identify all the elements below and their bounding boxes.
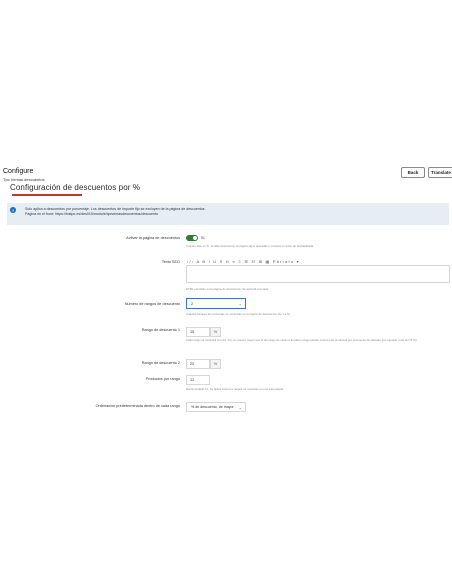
- chevron-down-icon: ⌄: [238, 301, 242, 306]
- num-ranges-label: Número de rangos de descuento: [124, 302, 180, 306]
- chevron-down-icon: ⌄: [238, 404, 242, 410]
- range2-label: Rango de descuento 2: [141, 361, 180, 365]
- seo-text-help: HTML permitido en la página de descuento…: [186, 287, 269, 291]
- activate-toggle[interactable]: [186, 235, 198, 241]
- info-text-line1: Solo aplica a descuentos por porcentaje.…: [25, 207, 206, 211]
- range1-help: Cada rango se mostrará con %s. Por un nú…: [186, 338, 418, 342]
- toggle-knob: [193, 236, 197, 240]
- translate-button[interactable]: Translate: [428, 167, 452, 178]
- range2-input[interactable]: 20: [186, 359, 210, 369]
- seo-text-label: Texto SEO: [161, 260, 180, 264]
- num-ranges-value: 2: [191, 301, 194, 306]
- num-ranges-select[interactable]: 2 ⌄: [186, 298, 246, 309]
- back-button[interactable]: Back: [401, 167, 425, 178]
- editor-toolbar[interactable]: ‹/› A B I U S H ∞ ≡ ☰ ☷ ⊞ ▦ Párrafo ▾: [187, 259, 300, 264]
- products-per-range-input[interactable]: 12: [186, 375, 210, 385]
- page-title: Configure: [3, 168, 34, 175]
- activate-label: Activar la página de descuentos: [126, 236, 180, 240]
- section-title-underline: [12, 194, 82, 196]
- info-icon: ?: [10, 207, 16, 213]
- products-per-range-help: Recomendado 12. Se aplica todos los rang…: [186, 387, 284, 391]
- page-subtitle: Tpc Vemas descuentos: [3, 177, 45, 182]
- default-order-select[interactable]: % de descuento, de mayor ⌄: [186, 402, 246, 412]
- range1-addon: %: [210, 327, 221, 337]
- range1-label: Rango de descuento 1: [141, 328, 180, 332]
- num-ranges-help: Cuántos bloques de porcentaje se mostrar…: [186, 312, 291, 316]
- section-title: Configuración de descuentos por %: [10, 183, 141, 192]
- default-order-label: Ordenación predeterminada dentro de cada…: [95, 404, 180, 408]
- seo-text-editor[interactable]: [186, 265, 450, 283]
- activate-toggle-label: Sí: [201, 236, 205, 240]
- range1-input[interactable]: 15: [186, 327, 210, 337]
- range2-addon: %: [210, 359, 221, 369]
- info-text-line2: Página en el front: https://tvstpc.es/de…: [25, 212, 159, 216]
- products-per-range-label: Productos por rango: [145, 377, 180, 381]
- activate-help: Cuando esté en Sí, la tabla descuentos, …: [186, 244, 314, 248]
- default-order-value: % de descuento, de mayor: [191, 405, 234, 409]
